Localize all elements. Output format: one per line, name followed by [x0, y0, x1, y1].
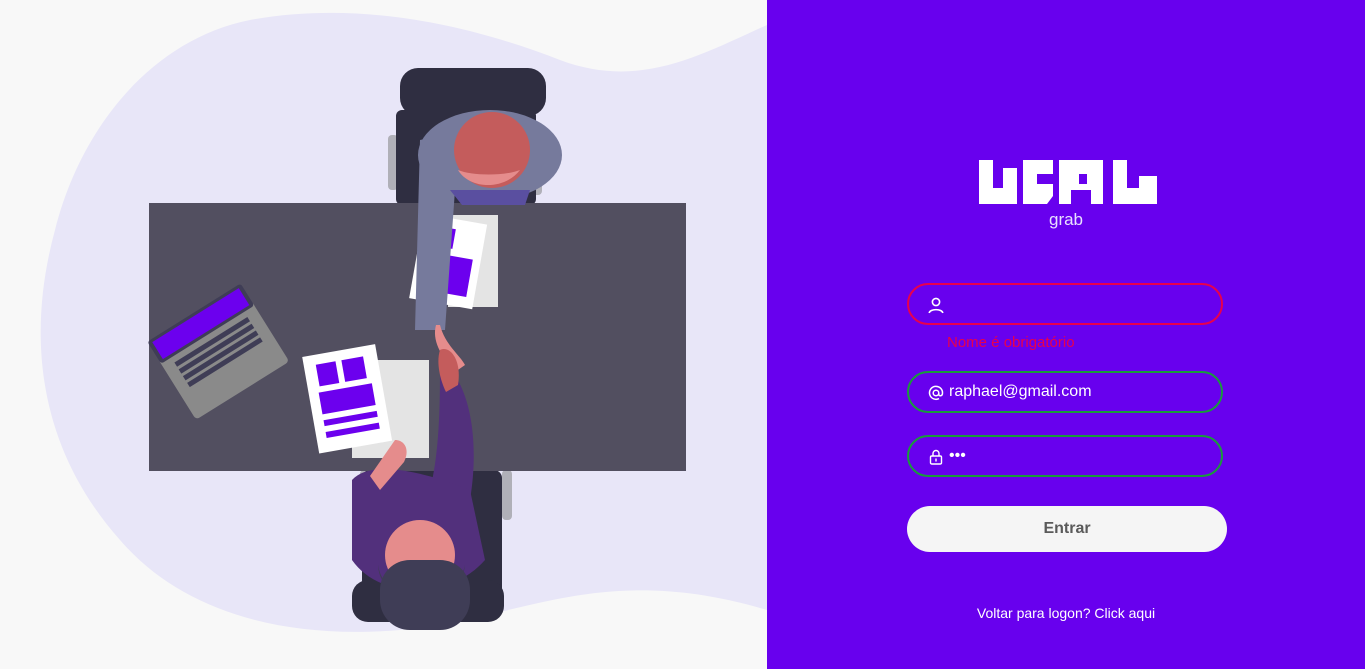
user-icon: [927, 296, 945, 314]
illustration-panel: [0, 0, 767, 669]
password-input[interactable]: [949, 437, 1205, 475]
email-input[interactable]: [949, 373, 1205, 411]
at-sign-icon: [927, 384, 945, 402]
name-error-message: Nome é obrigatório: [947, 334, 1075, 351]
brand-caption: grab: [1048, 210, 1084, 229]
lock-icon: [927, 448, 945, 466]
password-field[interactable]: [907, 435, 1223, 477]
name-input[interactable]: [949, 285, 1205, 323]
login-panel: grab Nome é obrigatório Entrar Voltar pa…: [767, 0, 1365, 669]
name-field[interactable]: [907, 283, 1223, 325]
back-to-logon-link[interactable]: Click aqui: [1094, 605, 1155, 621]
back-to-logon-prompt: Voltar para logon?: [976, 605, 1095, 621]
brand-logo: [979, 160, 1157, 204]
handshake-illustration: [40, 12, 767, 632]
submit-button[interactable]: Entrar: [907, 506, 1227, 552]
email-field[interactable]: [907, 371, 1223, 413]
back-to-logon: Voltar para logon? Click aqui: [767, 605, 1365, 621]
